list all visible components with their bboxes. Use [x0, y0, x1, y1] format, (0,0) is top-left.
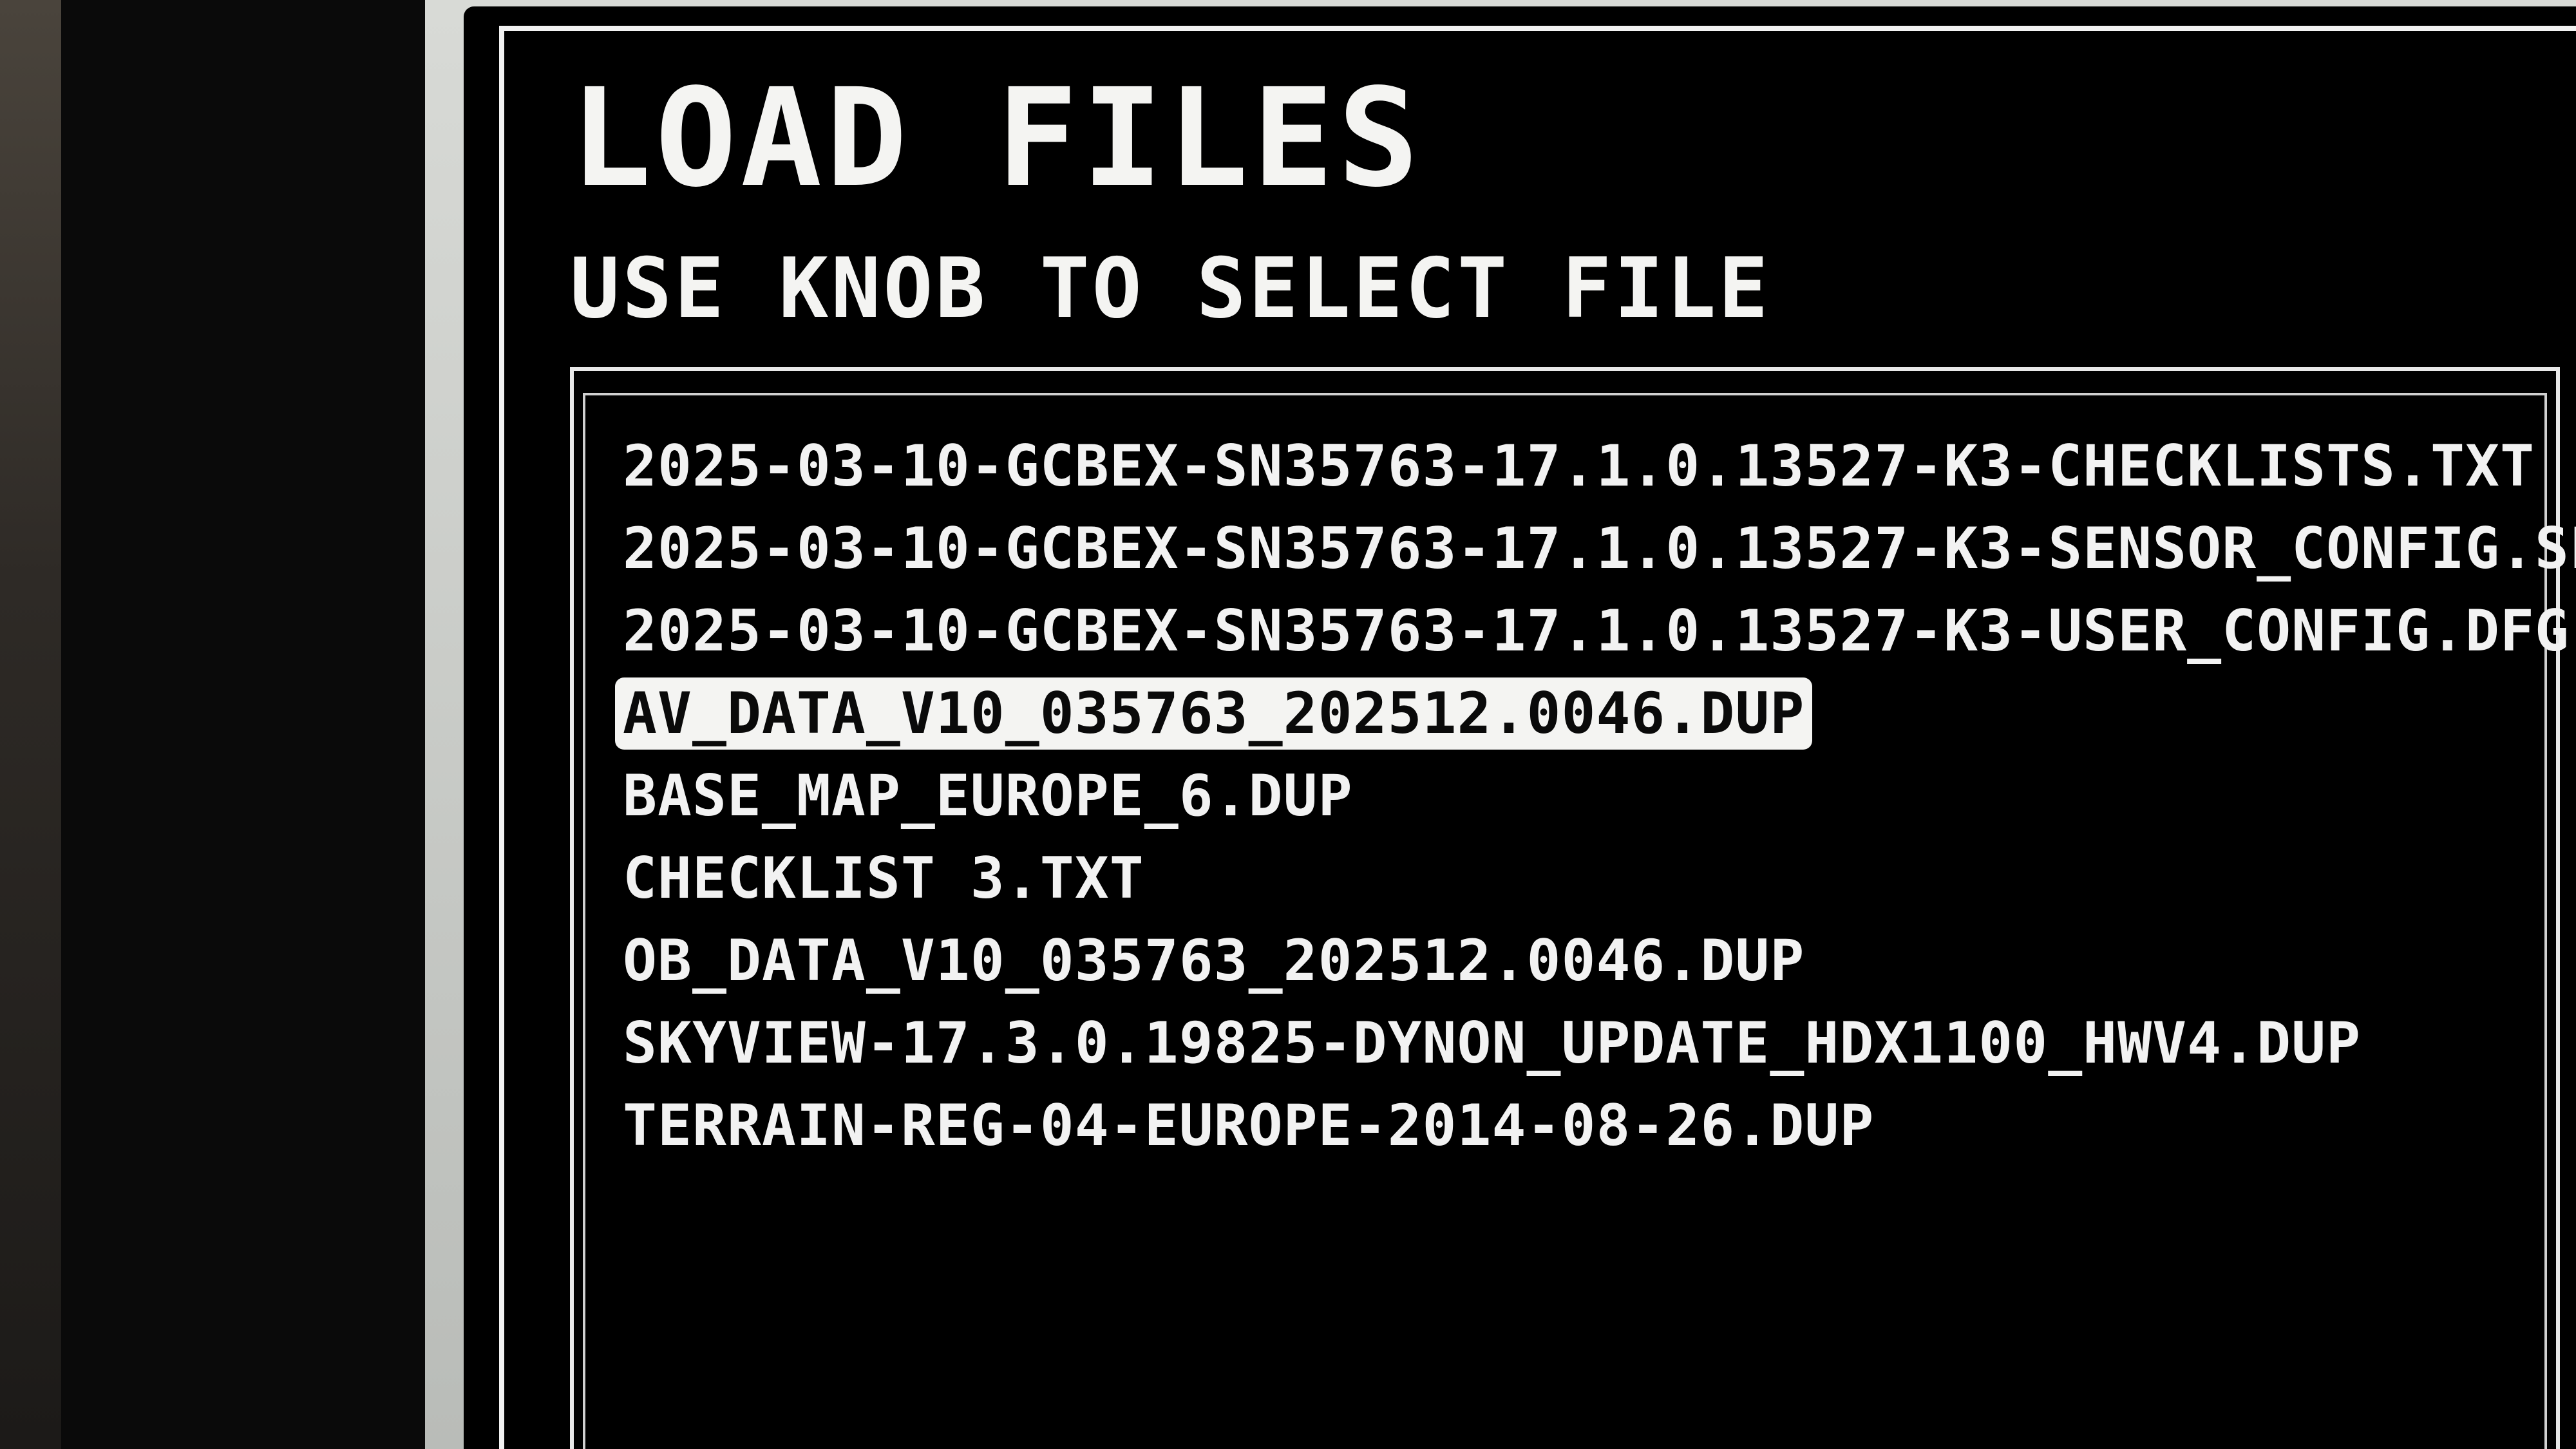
- file-list-item[interactable]: 2025-03-10-GCBEX-SN35763-17.1.0.13527-K3…: [615, 590, 2569, 672]
- page-instruction: USE KNOB TO SELECT FILE: [570, 241, 1771, 337]
- file-name: BASE_MAP_EUROPE_6.DUP: [623, 762, 1353, 829]
- file-name: CHECKLIST 3.TXT: [623, 845, 1144, 911]
- file-list-item[interactable]: BASE_MAP_EUROPE_6.DUP: [615, 755, 2547, 837]
- page-title: LOAD FILES: [570, 59, 1423, 217]
- file-name: 2025-03-10-GCBEX-SN35763-17.1.0.13527-K3…: [623, 515, 2576, 582]
- file-list: 2025-03-10-GCBEX-SN35763-17.1.0.13527-K3…: [615, 425, 2576, 1167]
- file-name: AV_DATA_V10_035763_202512.0046.DUP: [615, 677, 1813, 750]
- file-name: 2025-03-10-GCBEX-SN35763-17.1.0.13527-K3…: [623, 433, 2535, 499]
- file-list-item[interactable]: 2025-03-10-GCBEX-SN35763-17.1.0.13527-K3…: [615, 507, 2576, 590]
- file-name: TERRAIN-REG-04-EUROPE-2014-08-26.DUP: [623, 1092, 1875, 1159]
- file-name: SKYVIEW-17.3.0.19825-DYNON_UPDATE_HDX110…: [623, 1010, 2362, 1076]
- file-list-item[interactable]: SKYVIEW-17.3.0.19825-DYNON_UPDATE_HDX110…: [615, 1002, 2547, 1084]
- file-list-item[interactable]: TERRAIN-REG-04-EUROPE-2014-08-26.DUP: [615, 1084, 2547, 1167]
- file-list-item-selected[interactable]: AV_DATA_V10_035763_202512.0046.DUP: [615, 672, 2547, 755]
- file-name: 2025-03-10-GCBEX-SN35763-17.1.0.13527-K3…: [623, 598, 2570, 664]
- file-list-item[interactable]: CHECKLIST 3.TXT: [615, 837, 2547, 920]
- file-list-item[interactable]: OB_DATA_V10_035763_202512.0046.DUP: [615, 920, 2547, 1002]
- file-list-item[interactable]: 2025-03-10-GCBEX-SN35763-17.1.0.13527-K3…: [615, 425, 2547, 507]
- file-name: OB_DATA_V10_035763_202512.0046.DUP: [623, 927, 1805, 994]
